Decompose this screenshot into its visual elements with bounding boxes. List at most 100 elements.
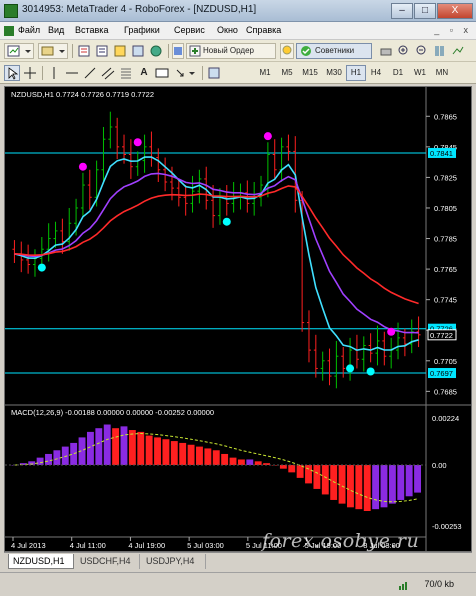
profiles-button[interactable] <box>38 43 68 59</box>
macd-bar <box>321 465 329 495</box>
window-controls: – □ X <box>391 3 473 19</box>
profiles-icon <box>41 46 65 56</box>
macd-bar <box>196 446 203 465</box>
macd-bar <box>229 457 237 465</box>
data-window-icon <box>96 45 108 57</box>
menu-view[interactable]: Вид <box>48 25 64 35</box>
macd-bar <box>204 448 212 465</box>
timeframe-mn[interactable]: MN <box>432 65 452 81</box>
trendline-button[interactable] <box>82 65 98 81</box>
close-button[interactable]: X <box>437 3 473 19</box>
text-label-icon <box>155 68 169 78</box>
mdi-window-controls[interactable]: _ ▫ x <box>434 25 472 35</box>
tile-windows-icon <box>435 46 444 56</box>
experts-toggle-button[interactable] <box>280 43 294 59</box>
metatrader-app-icon <box>4 4 18 18</box>
zoom-out-button[interactable] <box>414 43 430 59</box>
menu-charts[interactable]: Графики <box>124 25 160 35</box>
period-icon <box>208 67 220 79</box>
timeframe-m30[interactable]: M30 <box>322 65 346 81</box>
cursor-button[interactable] <box>4 65 20 81</box>
macd-bar <box>103 424 111 465</box>
price-chart[interactable]: 0.78650.78450.78250.78050.77850.77650.77… <box>5 87 471 551</box>
timeframe-m15[interactable]: M15 <box>298 65 322 81</box>
macd-bar <box>405 465 413 497</box>
advisors-button[interactable]: Советники <box>296 43 372 59</box>
macd-bar <box>36 457 44 465</box>
tile-windows-button[interactable] <box>432 43 448 59</box>
fibonacci-icon <box>121 68 131 79</box>
new-chart-button[interactable] <box>4 43 34 59</box>
macd-bar <box>179 442 187 465</box>
terminal-icon <box>132 45 144 57</box>
price-tick-label: 0.7805 <box>434 204 457 213</box>
arrows-dropdown-button[interactable] <box>172 65 198 81</box>
horizontal-line-icon <box>66 72 78 74</box>
data-window-button[interactable] <box>94 43 110 59</box>
macd-bar <box>120 426 128 465</box>
macd-header: MACD(12,26,9) -0.00188 0.00000 0.00000 -… <box>11 408 214 417</box>
menu-help[interactable]: Справка <box>246 25 281 35</box>
strategy-tester-button[interactable] <box>148 43 164 59</box>
periods-dropdown-button[interactable] <box>206 65 222 81</box>
text-button[interactable]: A <box>136 65 152 81</box>
price-tick-label: 0.7745 <box>434 296 457 305</box>
equidistant-channel-button[interactable] <box>100 65 116 81</box>
crosshair-icon <box>24 67 36 79</box>
chart-window[interactable]: 0.7865 0.7845 0.7825 0.7805 0.7785 0.7765 0.77… <box>4 86 472 552</box>
market-watch-button[interactable] <box>76 43 92 59</box>
chart-tabs: NZDUSD,H1 USDCHF,H4 USDJPY,H4 <box>4 552 472 570</box>
crosshair-button[interactable] <box>22 65 38 81</box>
macd-bar <box>162 439 170 465</box>
macd-bar <box>330 465 338 500</box>
macd-tick-label: 0.00224 <box>432 414 459 423</box>
macd-bar <box>154 437 161 465</box>
signal-dot-magenta <box>387 327 396 336</box>
menu-tools[interactable]: Сервис <box>174 25 205 35</box>
metaeditor-icon <box>174 47 182 55</box>
vertical-line-icon <box>53 67 55 79</box>
timeframe-m1[interactable]: M1 <box>254 65 276 81</box>
text-label-button[interactable] <box>154 65 170 81</box>
traffic-indicator: 70/0 kb <box>424 579 454 589</box>
tab-nzdusd-h1[interactable]: NZDUSD,H1 <box>8 554 74 569</box>
horizontal-line-button[interactable] <box>64 65 80 81</box>
chart-shift-button[interactable] <box>450 43 466 59</box>
timeframe-w1[interactable]: W1 <box>410 65 430 81</box>
macd-bar <box>279 465 287 469</box>
price-tag-label: 0.7722 <box>430 331 453 340</box>
chart-header: NZDUSD,H1 0.7724 0.7726 0.7719 0.7722 <box>11 90 154 99</box>
timeframe-h4[interactable]: H4 <box>366 65 386 81</box>
timeframe-h1[interactable]: H1 <box>346 65 366 81</box>
title-bar: 3014953: MetaTrader 4 - RoboForex - [NZD… <box>0 0 476 22</box>
signal-dot-magenta <box>263 132 272 141</box>
menu-insert[interactable]: Вставка <box>75 25 108 35</box>
ma-slow-line <box>14 185 419 305</box>
macd-bar <box>86 431 94 465</box>
tab-usdchf-h4[interactable]: USDCHF,H4 <box>76 554 140 569</box>
macd-bar <box>112 428 120 465</box>
minimize-button[interactable]: – <box>391 3 413 19</box>
vertical-line-button[interactable] <box>46 65 62 81</box>
new-order-button[interactable]: Новый Ордер <box>186 43 276 59</box>
signal-dot-cyan <box>222 217 231 226</box>
terminal-button[interactable] <box>130 43 146 59</box>
maximize-button[interactable]: □ <box>414 3 436 19</box>
macd-bar <box>95 428 103 465</box>
time-tick-label: 5 Jul 03:00 <box>187 541 224 550</box>
timeframe-m5[interactable]: M5 <box>276 65 298 81</box>
tab-usdjpy-h4[interactable]: USDJPY,H4 <box>142 554 206 569</box>
zoom-in-button[interactable] <box>396 43 412 59</box>
timeframe-d1[interactable]: D1 <box>388 65 408 81</box>
macd-bar <box>414 465 421 493</box>
chart-shift-icon <box>452 46 464 55</box>
print-button[interactable] <box>378 43 394 59</box>
chart-window-icon[interactable] <box>4 26 14 36</box>
metaeditor-button[interactable] <box>172 43 184 59</box>
cursor-arrow-icon <box>8 67 19 80</box>
menu-file[interactable]: Файл <box>18 25 40 35</box>
signal-dot-cyan <box>37 263 46 272</box>
menu-window[interactable]: Окно <box>217 25 238 35</box>
fibonacci-button[interactable] <box>118 65 134 81</box>
navigator-button[interactable] <box>112 43 128 59</box>
